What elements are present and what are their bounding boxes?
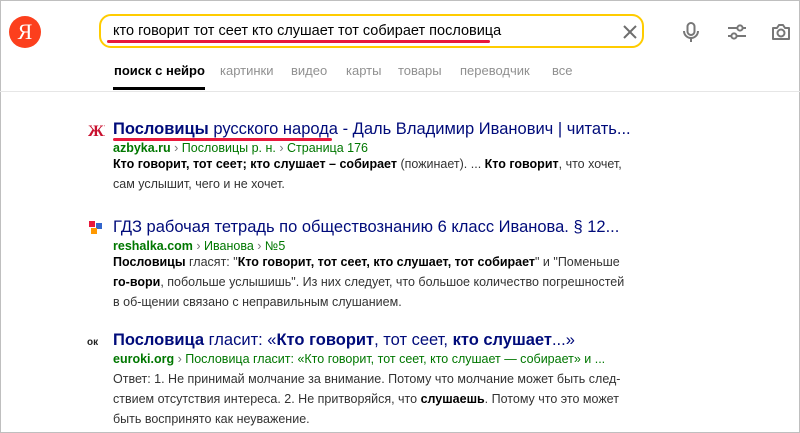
result-url[interactable]: euroki.org › Пословица гласит: «Кто гово… [113,352,605,366]
camera-icon[interactable] [769,20,793,44]
microphone-icon[interactable] [679,20,703,44]
result-snippet: Ответ: 1. Не принимай молчание за вниман… [113,372,621,426]
azbyka-favicon-icon: ЖЕ [88,123,105,139]
sliders-icon[interactable] [725,20,749,44]
tab-translator[interactable]: переводчик [460,63,530,78]
search-input[interactable] [113,23,603,39]
euroki-favicon-icon: ок [87,337,99,348]
result-snippet: Пословицы гласят: "Кто говорит, тот сеет… [113,255,625,309]
close-icon[interactable] [620,22,640,42]
result-snippet: Кто говорит, тот сеет; кто слушает – соб… [113,157,622,191]
tab-images[interactable]: картинки [220,63,274,78]
result-title-link[interactable]: Пословица гласит: «Кто говорит, тот сеет… [113,331,575,350]
svg-text:ок: ок [87,337,99,348]
result-title-link[interactable]: Пословицы русского народа - Даль Владими… [113,120,631,139]
query-underline-annotation [107,40,490,43]
result-url[interactable]: reshalka.com › Иванова › №5 [113,239,285,253]
search-header: Я поиск с нейро картинки видео карты тов… [0,0,800,92]
tab-all[interactable]: все [552,63,573,78]
reshalka-favicon-icon [89,221,102,234]
result-title-link[interactable]: ГДЗ рабочая тетрадь по обществознанию 6 … [113,218,619,237]
svg-text:ЖЕ: ЖЕ [88,123,105,139]
tab-products[interactable]: товары [398,63,442,78]
result-url[interactable]: azbyka.ru › Пословицы р. н. › Страница 1… [113,141,368,155]
tab-neuro-search[interactable]: поиск с нейро [114,63,205,78]
tab-maps[interactable]: карты [346,63,381,78]
yandex-logo[interactable]: Я [9,16,41,48]
tab-video[interactable]: видео [291,63,327,78]
active-tab-indicator [113,87,205,90]
